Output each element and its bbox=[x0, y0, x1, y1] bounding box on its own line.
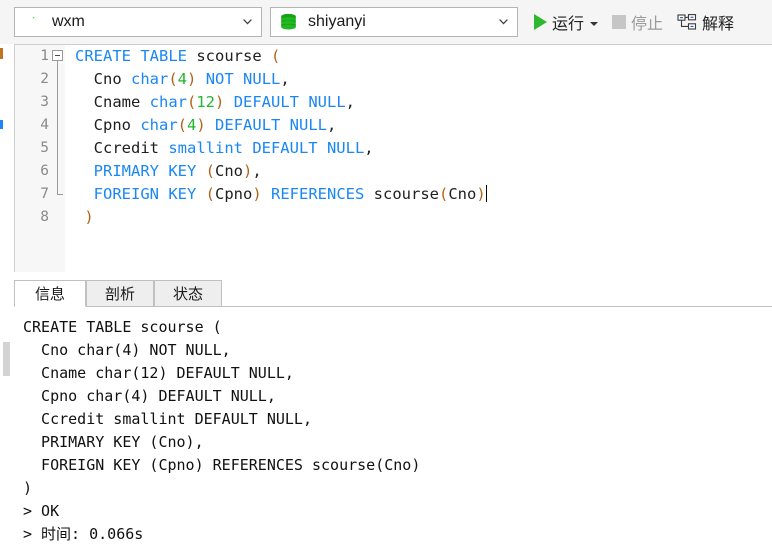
fold-end-marker bbox=[51, 183, 67, 206]
result-tabstrip: 信息 剖析 状态 bbox=[14, 280, 772, 307]
chevron-down-icon[interactable] bbox=[499, 19, 508, 25]
database-name: shiyanyi bbox=[308, 13, 366, 30]
line-number: 4 bbox=[40, 117, 49, 133]
code-line[interactable]: 2 Cno char(4) NOT NULL, bbox=[15, 68, 772, 91]
code-text: Cpno char(4) DEFAULT NULL, bbox=[75, 116, 337, 134]
caret-down-icon[interactable] bbox=[590, 21, 599, 26]
code-line[interactable]: 8 ) bbox=[15, 206, 772, 229]
background-window-sliver bbox=[0, 44, 14, 272]
code-line[interactable]: 6 PRIMARY KEY (Cno), bbox=[15, 160, 772, 183]
code-text: FOREIGN KEY (Cpno) REFERENCES scourse(Cn… bbox=[75, 185, 487, 203]
left-edge-strip bbox=[0, 280, 14, 549]
database-dropdown[interactable]: shiyanyi bbox=[270, 7, 518, 37]
sql-code-content[interactable]: 1 CREATE TABLE scourse ( 2 Cno char(4) NOT… bbox=[15, 45, 772, 272]
stop-button-label: 停止 bbox=[631, 16, 664, 33]
line-number: 2 bbox=[40, 71, 49, 87]
fold-guide-line bbox=[51, 68, 67, 91]
fold-toggle-icon[interactable] bbox=[51, 45, 67, 68]
fold-guide-line bbox=[51, 160, 67, 183]
line-number: 3 bbox=[40, 94, 49, 110]
code-text: Cno char(4) NOT NULL, bbox=[75, 70, 290, 88]
run-button[interactable]: 运行 bbox=[532, 5, 600, 39]
sql-editor-window: wxm shiyanyi 运行 停止 解释 1 CREATE TABLE sco… bbox=[0, 0, 772, 549]
run-button-label: 运行 bbox=[552, 16, 585, 33]
play-triangle-icon bbox=[534, 14, 547, 30]
text-caret bbox=[485, 185, 487, 202]
fold-column-empty bbox=[51, 206, 67, 229]
database-cylinder-icon bbox=[278, 12, 299, 33]
fold-guide-line bbox=[51, 114, 67, 137]
code-line[interactable]: 3 Cname char(12) DEFAULT NULL, bbox=[15, 91, 772, 114]
line-number: 1 bbox=[40, 48, 49, 64]
code-text: ) bbox=[84, 208, 94, 226]
line-number: 5 bbox=[40, 140, 49, 156]
tab-status[interactable]: 状态 bbox=[154, 280, 222, 307]
tab-info-label: 信息 bbox=[34, 286, 65, 303]
chevron-down-icon[interactable] bbox=[243, 19, 252, 25]
result-output-text: CREATE TABLE scourse ( Cno char(4) NOT N… bbox=[23, 318, 421, 543]
mysql-dolphin-icon bbox=[22, 12, 43, 33]
explain-tree-icon bbox=[677, 13, 697, 31]
code-text: Cname char(12) DEFAULT NULL, bbox=[75, 93, 356, 111]
stop-button[interactable]: 停止 bbox=[610, 5, 665, 39]
line-number: 8 bbox=[40, 209, 49, 225]
fold-guide-line bbox=[51, 91, 67, 114]
code-line[interactable]: 1 CREATE TABLE scourse ( bbox=[15, 45, 772, 68]
code-text: Ccredit smallint DEFAULT NULL, bbox=[75, 139, 374, 157]
explain-button-label: 解释 bbox=[702, 16, 735, 33]
code-text: PRIMARY KEY (Cno), bbox=[75, 162, 262, 180]
tab-profile[interactable]: 剖析 bbox=[86, 280, 154, 307]
connection-name: wxm bbox=[52, 13, 85, 30]
code-line[interactable]: 4 Cpno char(4) DEFAULT NULL, bbox=[15, 114, 772, 137]
line-number: 6 bbox=[40, 163, 49, 179]
connection-dropdown[interactable]: wxm bbox=[14, 7, 262, 37]
code-text: CREATE TABLE scourse ( bbox=[75, 47, 281, 65]
explain-button[interactable]: 解释 bbox=[675, 5, 736, 39]
code-line[interactable]: 5 Ccredit smallint DEFAULT NULL, bbox=[15, 137, 772, 160]
sql-editor[interactable]: 1 CREATE TABLE scourse ( 2 Cno char(4) NOT… bbox=[14, 44, 772, 272]
fold-guide-line bbox=[51, 137, 67, 160]
line-number: 7 bbox=[40, 186, 49, 202]
output-scrollbar-thumb[interactable] bbox=[3, 342, 10, 376]
tab-profile-label: 剖析 bbox=[104, 286, 135, 303]
tab-info[interactable]: 信息 bbox=[14, 280, 86, 307]
code-line[interactable]: 7 FOREIGN KEY (Cpno) REFERENCES scourse(… bbox=[15, 183, 772, 206]
tab-status-label: 状态 bbox=[172, 286, 203, 303]
stop-square-icon bbox=[612, 15, 627, 29]
result-output-pane[interactable]: CREATE TABLE scourse ( Cno char(4) NOT N… bbox=[14, 307, 772, 549]
toolbar: wxm shiyanyi 运行 停止 解释 bbox=[0, 0, 772, 44]
